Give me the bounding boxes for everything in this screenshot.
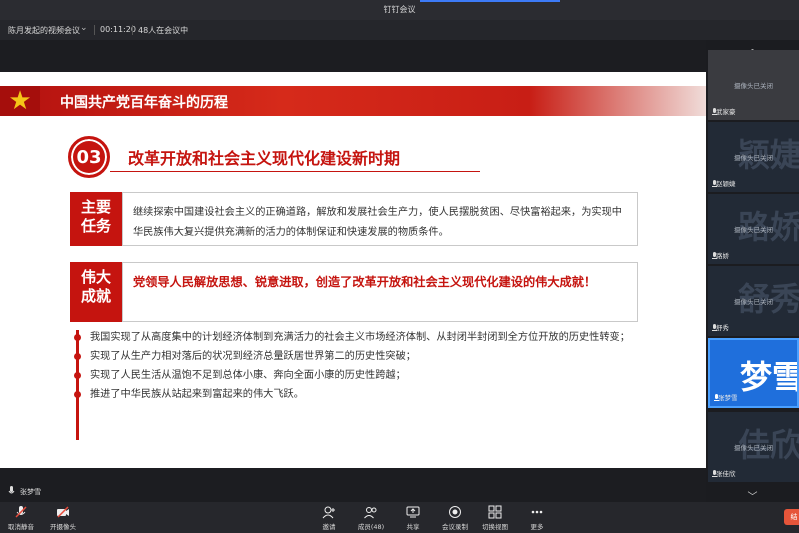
list-item: 实现了从生产力相对落后的状况到经济总量跃居世界第二的历史性突破；: [72, 347, 652, 366]
participant-tile[interactable]: 颖婕 摄像头已关闭 赵颖婕: [708, 122, 799, 192]
participant-tile[interactable]: 路娇 摄像头已关闭 路娇: [708, 194, 799, 264]
participant-tile-active-speaker[interactable]: 梦雪 张梦雪: [708, 338, 799, 408]
achievement-tag-text: 伟大成就: [80, 268, 111, 305]
star-icon: ★: [8, 86, 32, 116]
current-speaker: 张梦雪: [0, 480, 706, 502]
list-item-text: 我国实现了从高度集中的计划经济体制到充满活力的社会主义市场经济体制、从封闭半封闭…: [90, 332, 630, 343]
task-text: 继续探索中国建设社会主义的正确道路，解放和发展社会生产力，使人民摆脱贫困、尽快富…: [133, 207, 622, 238]
speaker-name: 张梦雪: [20, 488, 41, 496]
task-box: 继续探索中国建设社会主义的正确道路，解放和发展社会生产力，使人民摆脱贫困、尽快富…: [122, 192, 638, 246]
meeting-toolbar: 取消静音 开摄像头 邀请 成员(48) 共享 会议录制 切换视图 更多 结: [0, 502, 799, 533]
meeting-timer: 00:11:20: [100, 25, 136, 34]
divider: [132, 25, 133, 35]
participant-count[interactable]: 48人在会议中: [138, 25, 188, 36]
switch-view-label: 切换视图: [482, 523, 508, 531]
end-meeting-button[interactable]: 结: [784, 509, 799, 525]
invite-label: 邀请: [322, 523, 336, 531]
meeting-name[interactable]: 陈月发起的视频会议: [8, 25, 80, 36]
camera-button[interactable]: 开摄像头: [42, 505, 84, 531]
chevron-down-icon[interactable]: ⌄: [80, 23, 88, 33]
bullet-icon: [74, 391, 81, 398]
switch-view-button[interactable]: 切换视图: [474, 505, 516, 531]
share-label: 共享: [406, 523, 420, 531]
mic-muted-icon: [15, 506, 27, 518]
meeting-info-bar: 陈月发起的视频会议 ⌄ 00:11:20 48人在会议中: [0, 20, 799, 40]
participants-panel: ︿ 摄像头已关闭 武家豪 颖婕 摄像头已关闭 赵颖婕 路娇 摄像头已关闭 路娇 …: [706, 40, 799, 503]
list-item: 实现了人民生活从温饱不足到总体小康、奔向全面小康的历史性跨越；: [72, 366, 652, 385]
participant-name: 舒秀: [716, 324, 729, 332]
camera-label: 开摄像头: [50, 523, 76, 531]
bullet-icon: [74, 353, 81, 360]
section-title: 改革开放和社会主义现代化建设新时期: [128, 149, 401, 168]
section-number-badge: 03: [68, 136, 110, 178]
participant-name: 赵颖婕: [716, 180, 736, 188]
members-icon: [364, 507, 377, 519]
grid-view-icon: [488, 505, 502, 519]
members-button[interactable]: 成员(48): [350, 505, 392, 531]
participant-initials: 梦雪: [740, 358, 799, 396]
bullet-icon: [74, 334, 81, 341]
achievement-box: 党领导人民解放思想、锐意进取，创造了改革开放和社会主义现代化建设的伟大成就！: [122, 262, 638, 322]
more-button[interactable]: 更多: [516, 505, 558, 531]
achievement-list: 我国实现了从高度集中的计划经济体制到充满活力的社会主义市场经济体制、从封闭半封闭…: [72, 328, 652, 404]
section-underline: [110, 171, 480, 172]
camera-off-text: 摄像头已关闭: [734, 82, 773, 90]
participant-tile[interactable]: 舒秀 摄像头已关闭 舒秀: [708, 266, 799, 336]
more-dots-icon: [531, 510, 543, 514]
unmute-button[interactable]: 取消静音: [0, 505, 42, 531]
slide-header-band: ★ 中国共产党百年奋斗的历程: [0, 86, 706, 116]
camera-off-text: 摄像头已关闭: [734, 298, 773, 306]
camera-off-text: 摄像头已关闭: [734, 226, 773, 234]
add-user-icon: [322, 506, 335, 519]
slide-heading: 中国共产党百年奋斗的历程: [60, 95, 228, 111]
members-label: 成员(48): [357, 523, 385, 531]
participant-tile[interactable]: 摄像头已关闭 武家豪: [708, 50, 799, 120]
app-title: 钉钉会议: [383, 5, 416, 14]
invite-button[interactable]: 邀请: [308, 505, 350, 531]
achievement-tag: 伟大成就: [70, 262, 122, 322]
participant-name: 路娇: [716, 252, 729, 260]
camera-off-icon: [57, 506, 69, 518]
divider: [94, 25, 95, 35]
list-item-text: 实现了人民生活从温饱不足到总体小康、奔向全面小康的历史性跨越；: [90, 370, 406, 381]
list-item: 推进了中华民族从站起来到富起来的伟大飞跃。: [72, 385, 652, 404]
participant-name: 张梦雪: [718, 394, 738, 402]
camera-off-text: 摄像头已关闭: [734, 444, 773, 452]
share-screen-icon: [406, 506, 420, 518]
star-badge: ★: [0, 86, 40, 116]
participant-name: 张佳欣: [716, 470, 736, 478]
unmute-label: 取消静音: [8, 523, 34, 531]
participant-name: 武家豪: [716, 108, 736, 116]
record-button[interactable]: 会议录制: [434, 505, 476, 531]
list-item-text: 推进了中华民族从站起来到富起来的伟大飞跃。: [90, 389, 304, 400]
record-icon: [449, 506, 461, 518]
more-label: 更多: [530, 523, 544, 531]
participant-tile[interactable]: 佳欣 摄像头已关闭 张佳欣: [708, 412, 799, 482]
titlebar-accent: [420, 0, 560, 2]
camera-off-text: 摄像头已关闭: [734, 154, 773, 162]
shared-screen-area: ★ 中国共产党百年奋斗的历程 03 改革开放和社会主义现代化建设新时期 主要任务…: [0, 40, 706, 480]
task-tag: 主要任务: [70, 192, 122, 246]
record-label: 会议录制: [442, 523, 468, 531]
bullet-icon: [74, 372, 81, 379]
shared-slide: ★ 中国共产党百年奋斗的历程 03 改革开放和社会主义现代化建设新时期 主要任务…: [0, 72, 706, 468]
mic-icon: [8, 486, 15, 494]
share-button[interactable]: 共享: [392, 505, 434, 531]
list-item-text: 实现了从生产力相对落后的状况到经济总量跃居世界第二的历史性突破；: [90, 351, 416, 362]
task-tag-text: 主要任务: [80, 198, 111, 235]
scroll-down-icon[interactable]: ﹀: [706, 488, 799, 503]
window-titlebar: 钉钉会议: [0, 0, 799, 20]
list-item: 我国实现了从高度集中的计划经济体制到充满活力的社会主义市场经济体制、从封闭半封闭…: [72, 328, 652, 347]
achievement-text: 党领导人民解放思想、锐意进取，创造了改革开放和社会主义现代化建设的伟大成就！: [133, 275, 597, 289]
